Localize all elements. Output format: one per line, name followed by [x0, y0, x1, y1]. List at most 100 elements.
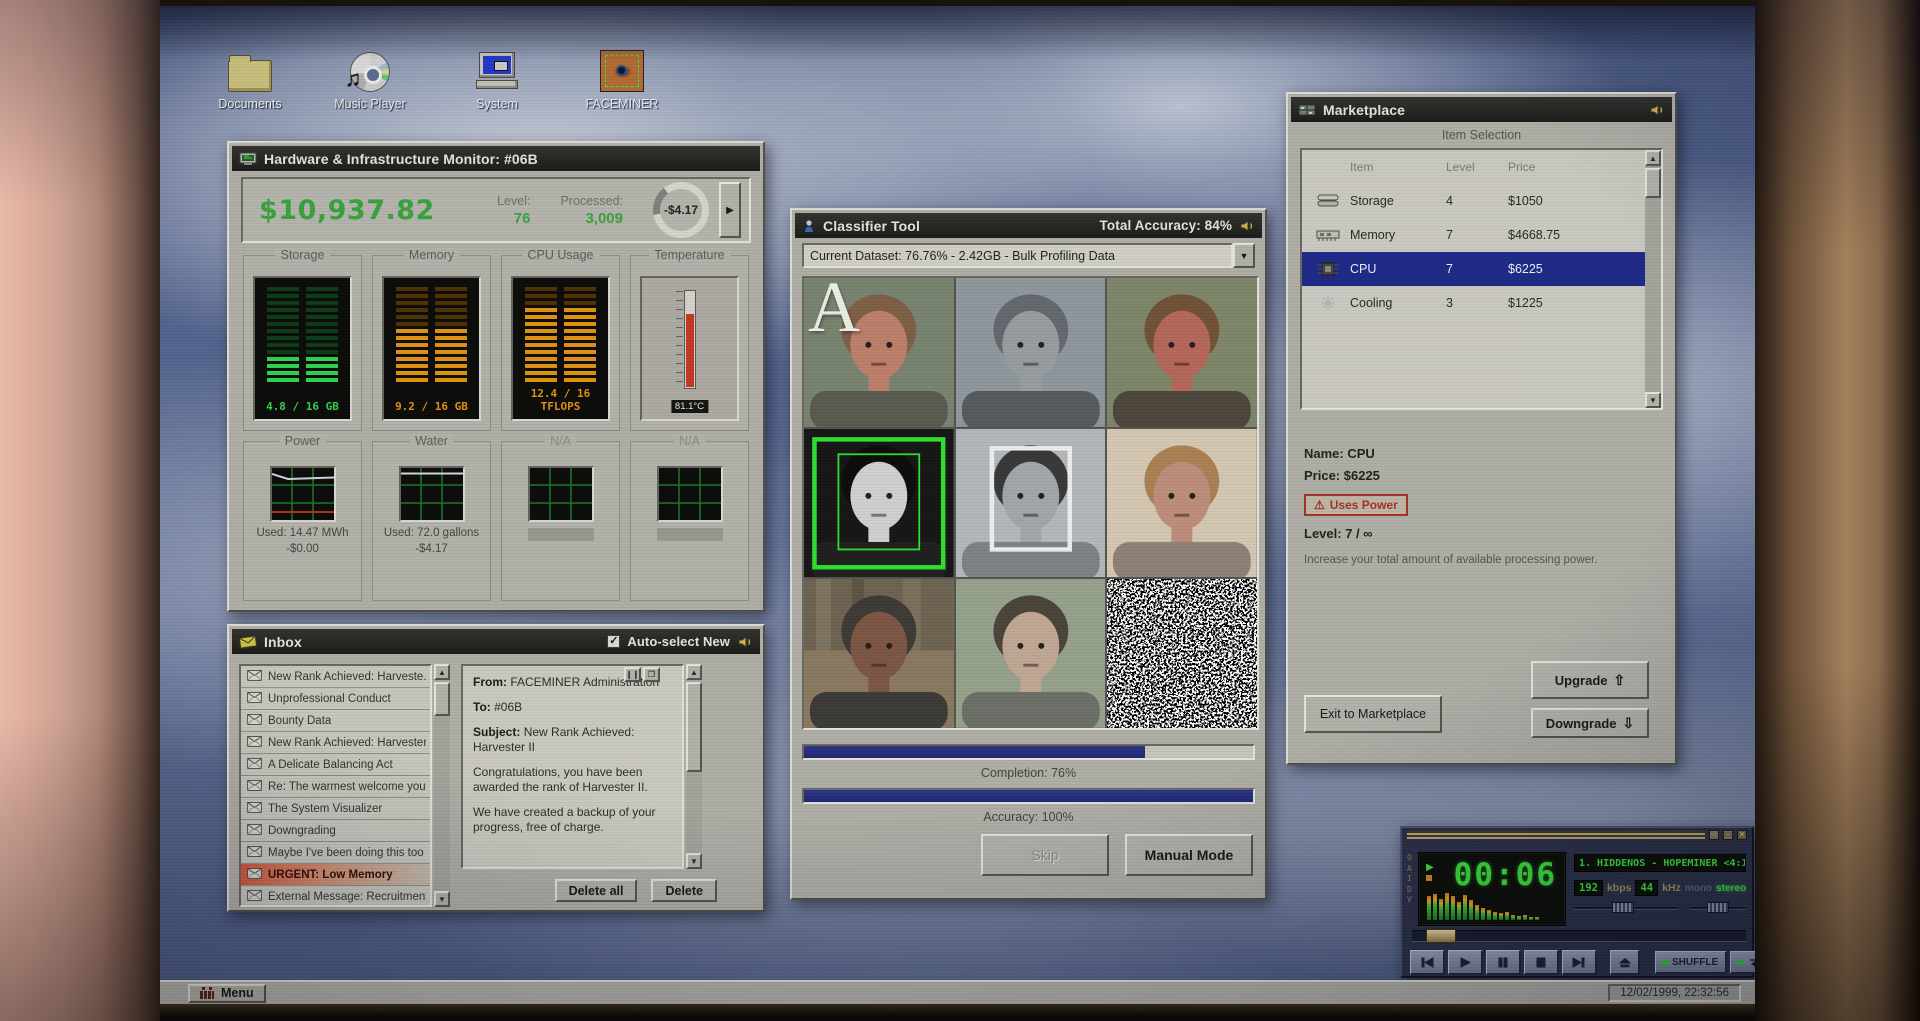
face-static-noise[interactable] [1107, 579, 1257, 728]
close-button[interactable]: ✕ [1737, 830, 1747, 840]
minimize-button[interactable]: _ [1709, 830, 1719, 840]
scroll-down-button[interactable]: ▼ [686, 853, 702, 869]
face-man-grayscale-scanbox[interactable] [955, 428, 1106, 578]
desktop: Documents ♫ Music Player System FACEMINE… [160, 6, 1755, 1004]
meter-usage: Used: 14.47 MWh -$0.00 [256, 527, 349, 555]
inbox-message-row[interactable]: Unprofessional Conduct [241, 688, 430, 710]
speaker-icon[interactable] [737, 635, 753, 649]
inbox-titlebar[interactable]: Inbox ✓ Auto-select New [232, 629, 760, 654]
clutter-letter[interactable]: A [1407, 864, 1412, 874]
pause-button[interactable] [1486, 950, 1521, 975]
inbox-message-row[interactable]: A Delicate Balancing Act [241, 754, 430, 776]
repeat-button[interactable] [1730, 951, 1755, 974]
desktop-icon-system[interactable]: System [449, 46, 545, 111]
dataset-dropdown-button[interactable]: ▼ [1233, 243, 1255, 268]
accuracy-bar [802, 788, 1255, 804]
inbox-message-row[interactable]: Downgrading [241, 820, 430, 842]
face-woman-red-tint-letter[interactable]: A [804, 278, 954, 427]
scrollbar-thumb[interactable] [434, 682, 450, 716]
manual-mode-button[interactable]: Manual Mode [1125, 834, 1253, 876]
previous-button[interactable] [1410, 950, 1445, 975]
inbox-message-row[interactable]: URGENT: Low Memory [241, 864, 430, 886]
marketplace-item-row-cpu[interactable]: CPU 7 $6225 [1302, 252, 1661, 286]
face-woman-sepia[interactable] [1107, 428, 1257, 578]
clutter-letter[interactable]: V [1407, 895, 1412, 905]
marketplace-item-row-storage[interactable]: Storage 4 $1050 [1302, 184, 1661, 218]
desktop-icon-music-player[interactable]: ♫ Music Player [322, 46, 418, 111]
inbox-list-scrollbar[interactable]: ▲ ▼ [434, 664, 450, 907]
eject-button[interactable] [1610, 950, 1640, 975]
seek-bar[interactable] [1412, 929, 1746, 943]
stats-next-button[interactable]: ▶ [719, 182, 741, 238]
speaker-icon[interactable] [1649, 103, 1665, 117]
popout-button[interactable]: ❐ [643, 667, 660, 682]
inbox-message-row[interactable]: Re: The warmest welcome you'r... [241, 776, 430, 798]
message-scrollbar[interactable]: ▲ ▼ [686, 664, 702, 869]
window-title: Classifier Tool [823, 217, 920, 234]
desktop-icon-documents[interactable]: Documents [202, 46, 298, 111]
skip-button[interactable]: Skip [981, 834, 1109, 876]
dataset-select[interactable]: Current Dataset: 76.76% - 2.42GB - Bulk … [802, 243, 1233, 268]
scroll-up-button[interactable]: ▲ [686, 664, 702, 680]
envelope-icon [247, 735, 262, 750]
speaker-icon[interactable] [1239, 219, 1255, 233]
table-header: Item Level Price [1302, 150, 1661, 184]
inbox-message-row[interactable]: New Rank Achieved: Harvester I [241, 732, 430, 754]
scrollbar-thumb[interactable] [686, 682, 702, 772]
face-man-highcontrast-scanbox[interactable] [804, 428, 954, 578]
volume-slider[interactable] [1574, 902, 1678, 914]
hardware-monitor-titlebar[interactable]: Hardware & Infrastructure Monitor: #06B [232, 146, 760, 171]
inbox-message-row[interactable]: Bounty Data [241, 710, 430, 732]
desktop-icon-faceminer[interactable]: FACEMINER [574, 46, 670, 111]
envelope-icon [247, 691, 262, 706]
face-woman-grayscale[interactable] [955, 278, 1106, 427]
folder-icon [227, 46, 273, 92]
inbox-message-row[interactable]: The System Visualizer [241, 798, 430, 820]
clutter-letter[interactable]: D [1407, 885, 1412, 895]
thermometer: 81.1°C [640, 276, 739, 421]
play-button[interactable] [1448, 950, 1483, 975]
inbox-message-row[interactable]: External Message: Recruitment [241, 886, 430, 905]
classifier-titlebar[interactable]: Classifier Tool Total Accuracy: 84% [795, 213, 1262, 238]
marketplace-titlebar[interactable]: Marketplace [1291, 97, 1672, 122]
inbox-message-row[interactable]: New Rank Achieved: Harveste... [241, 666, 430, 688]
scroll-down-button[interactable]: ▼ [434, 891, 450, 907]
meter-usage: Used: 72.0 gallons -$4.17 [383, 527, 480, 555]
inbox-message-row[interactable]: Maybe I've been doing this too l... [241, 842, 430, 864]
marketplace-item-row-cooling[interactable]: Cooling 3 $1225 [1302, 286, 1661, 320]
downgrade-button[interactable]: Downgrade ⇩ [1531, 708, 1649, 738]
meter-placeholder [527, 528, 594, 541]
menu-button[interactable]: Menu [188, 983, 266, 1003]
next-button[interactable] [1562, 950, 1597, 975]
stop-button[interactable] [1524, 950, 1559, 975]
meter-panel-na: N/A [630, 434, 749, 601]
scroll-down-button[interactable]: ▼ [1645, 392, 1661, 408]
windowshade-button[interactable]: □ [1723, 830, 1733, 840]
face-woman-red-tint[interactable] [1107, 278, 1257, 427]
envelope-icon [239, 634, 257, 649]
message-view: From: FACEMINER Administration To: #06B … [461, 664, 684, 869]
envelope-icon [247, 823, 262, 838]
pause-feed-button[interactable]: ❙❙ [624, 667, 641, 682]
marketplace-item-row-memory[interactable]: Memory 7 $4668.75 [1302, 218, 1661, 252]
face-man-storefront[interactable] [804, 579, 954, 728]
delete-button[interactable]: Delete [651, 879, 717, 902]
item-level-label: Level: [1304, 526, 1342, 541]
delete-all-button[interactable]: Delete all [554, 879, 638, 902]
marketplace-scrollbar[interactable]: ▲ ▼ [1645, 150, 1661, 408]
clutterbar[interactable]: OAIDV [1407, 853, 1412, 905]
player-titlebar[interactable]: _ □ ✕ [1402, 828, 1752, 842]
scrollbar-thumb[interactable] [1645, 168, 1661, 198]
clutter-letter[interactable]: I [1407, 874, 1412, 884]
exit-marketplace-button[interactable]: Exit to Marketplace [1304, 695, 1442, 733]
face-woman-smiling[interactable] [955, 579, 1106, 728]
shuffle-button[interactable]: SHUFFLE [1655, 951, 1728, 974]
scroll-up-button[interactable]: ▲ [434, 664, 450, 680]
clutter-letter[interactable]: O [1407, 853, 1412, 863]
scroll-up-button[interactable]: ▲ [1645, 150, 1661, 166]
seek-handle[interactable] [1426, 929, 1456, 943]
auto-select-checkbox[interactable]: ✓ [607, 635, 621, 648]
message-subject: Maybe I've been doing this too l... [268, 846, 426, 859]
balance-slider[interactable] [1690, 902, 1746, 914]
upgrade-button[interactable]: Upgrade ⇧ [1531, 661, 1649, 699]
